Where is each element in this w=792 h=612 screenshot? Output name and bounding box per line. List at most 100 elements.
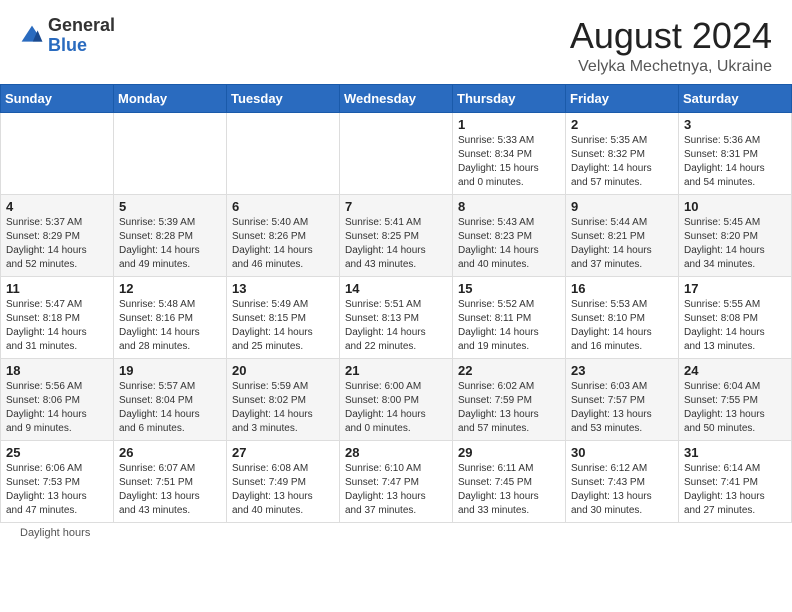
calendar-day-cell: 5 Sunrise: 5:39 AM Sunset: 8:28 PM Daylig… [114, 194, 227, 276]
calendar-day-cell: 24 Sunrise: 6:04 AM Sunset: 7:55 PM Dayli… [679, 358, 792, 440]
day-number: 13 [232, 281, 334, 296]
calendar-day-cell [340, 112, 453, 194]
day-info: Sunrise: 5:36 AM Sunset: 8:31 PM Dayligh… [684, 134, 786, 190]
title-block: August 2024 Velyka Mechetnya, Ukraine [570, 16, 772, 76]
day-number: 25 [6, 445, 108, 460]
day-info: Sunrise: 5:33 AM Sunset: 8:34 PM Dayligh… [458, 134, 560, 190]
day-info: Sunrise: 6:02 AM Sunset: 7:59 PM Dayligh… [458, 380, 560, 436]
day-number: 2 [571, 117, 673, 132]
calendar-day-header: Tuesday [227, 84, 340, 112]
day-number: 28 [345, 445, 447, 460]
day-info: Sunrise: 5:52 AM Sunset: 8:11 PM Dayligh… [458, 298, 560, 354]
calendar-table: SundayMondayTuesdayWednesdayThursdayFrid… [0, 84, 792, 523]
day-info: Sunrise: 5:49 AM Sunset: 8:15 PM Dayligh… [232, 298, 334, 354]
day-number: 19 [119, 363, 221, 378]
calendar-day-cell: 18 Sunrise: 5:56 AM Sunset: 8:06 PM Dayli… [1, 358, 114, 440]
calendar-day-cell: 30Sunrise: 6:12 AM Sunset: 7:43 PM Dayli… [566, 440, 679, 522]
calendar-day-cell: 1Sunrise: 5:33 AM Sunset: 8:34 PM Daylig… [453, 112, 566, 194]
calendar-day-cell: 15 Sunrise: 5:52 AM Sunset: 8:11 PM Dayli… [453, 276, 566, 358]
day-number: 12 [119, 281, 221, 296]
day-number: 5 [119, 199, 221, 214]
day-info: Sunrise: 5:44 AM Sunset: 8:21 PM Dayligh… [571, 216, 673, 272]
day-info: Sunrise: 5:53 AM Sunset: 8:10 PM Dayligh… [571, 298, 673, 354]
calendar-day-cell: 31Sunrise: 6:14 AM Sunset: 7:41 PM Dayli… [679, 440, 792, 522]
day-number: 31 [684, 445, 786, 460]
day-info: Sunrise: 5:45 AM Sunset: 8:20 PM Dayligh… [684, 216, 786, 272]
day-number: 24 [684, 363, 786, 378]
day-info: Sunrise: 5:51 AM Sunset: 8:13 PM Dayligh… [345, 298, 447, 354]
day-info: Sunrise: 6:04 AM Sunset: 7:55 PM Dayligh… [684, 380, 786, 436]
day-info: Sunrise: 6:03 AM Sunset: 7:57 PM Dayligh… [571, 380, 673, 436]
calendar-day-cell: 22 Sunrise: 6:02 AM Sunset: 7:59 PM Dayli… [453, 358, 566, 440]
calendar-day-cell: 29 Sunrise: 6:11 AM Sunset: 7:45 PM Dayli… [453, 440, 566, 522]
calendar-day-header: Wednesday [340, 84, 453, 112]
day-number: 16 [571, 281, 673, 296]
day-number: 4 [6, 199, 108, 214]
calendar-day-cell: 25 Sunrise: 6:06 AM Sunset: 7:53 PM Dayli… [1, 440, 114, 522]
calendar-header-row: SundayMondayTuesdayWednesdayThursdayFrid… [1, 84, 792, 112]
calendar-day-cell: 20Sunrise: 5:59 AM Sunset: 8:02 PM Dayli… [227, 358, 340, 440]
calendar-day-cell: 17Sunrise: 5:55 AM Sunset: 8:08 PM Dayli… [679, 276, 792, 358]
calendar-day-header: Friday [566, 84, 679, 112]
calendar-day-header: Saturday [679, 84, 792, 112]
day-number: 29 [458, 445, 560, 460]
calendar-day-cell: 10Sunrise: 5:45 AM Sunset: 8:20 PM Dayli… [679, 194, 792, 276]
day-info: Sunrise: 6:00 AM Sunset: 8:00 PM Dayligh… [345, 380, 447, 436]
day-number: 3 [684, 117, 786, 132]
day-info: Sunrise: 5:40 AM Sunset: 8:26 PM Dayligh… [232, 216, 334, 272]
calendar-week-row: 11 Sunrise: 5:47 AM Sunset: 8:18 PM Dayli… [1, 276, 792, 358]
day-number: 23 [571, 363, 673, 378]
day-number: 9 [571, 199, 673, 214]
calendar-day-cell [227, 112, 340, 194]
day-info: Sunrise: 5:39 AM Sunset: 8:28 PM Dayligh… [119, 216, 221, 272]
day-number: 8 [458, 199, 560, 214]
day-number: 22 [458, 363, 560, 378]
calendar-day-cell: 26Sunrise: 6:07 AM Sunset: 7:51 PM Dayli… [114, 440, 227, 522]
day-info: Sunrise: 6:07 AM Sunset: 7:51 PM Dayligh… [119, 462, 221, 518]
calendar-day-cell [1, 112, 114, 194]
day-info: Sunrise: 5:56 AM Sunset: 8:06 PM Dayligh… [6, 380, 108, 436]
calendar-week-row: 18 Sunrise: 5:56 AM Sunset: 8:06 PM Dayli… [1, 358, 792, 440]
day-number: 6 [232, 199, 334, 214]
page-header: General Blue August 2024 Velyka Mechetny… [0, 0, 792, 84]
calendar-week-row: 25 Sunrise: 6:06 AM Sunset: 7:53 PM Dayli… [1, 440, 792, 522]
day-info: Sunrise: 6:10 AM Sunset: 7:47 PM Dayligh… [345, 462, 447, 518]
day-info: Sunrise: 5:43 AM Sunset: 8:23 PM Dayligh… [458, 216, 560, 272]
calendar-day-header: Thursday [453, 84, 566, 112]
day-info: Sunrise: 6:06 AM Sunset: 7:53 PM Dayligh… [6, 462, 108, 518]
calendar-day-cell: 3 Sunrise: 5:36 AM Sunset: 8:31 PM Daylig… [679, 112, 792, 194]
logo: General Blue [20, 16, 115, 56]
logo-icon [20, 24, 44, 48]
calendar-week-row: 1Sunrise: 5:33 AM Sunset: 8:34 PM Daylig… [1, 112, 792, 194]
day-info: Sunrise: 6:08 AM Sunset: 7:49 PM Dayligh… [232, 462, 334, 518]
day-info: Sunrise: 5:41 AM Sunset: 8:25 PM Dayligh… [345, 216, 447, 272]
day-info: Sunrise: 5:47 AM Sunset: 8:18 PM Dayligh… [6, 298, 108, 354]
calendar-day-header: Monday [114, 84, 227, 112]
calendar-day-cell: 2Sunrise: 5:35 AM Sunset: 8:32 PM Daylig… [566, 112, 679, 194]
day-number: 11 [6, 281, 108, 296]
day-info: Sunrise: 5:57 AM Sunset: 8:04 PM Dayligh… [119, 380, 221, 436]
calendar-day-cell: 16 Sunrise: 5:53 AM Sunset: 8:10 PM Dayli… [566, 276, 679, 358]
calendar-day-cell: 23 Sunrise: 6:03 AM Sunset: 7:57 PM Dayli… [566, 358, 679, 440]
day-number: 15 [458, 281, 560, 296]
calendar-day-cell: 7Sunrise: 5:41 AM Sunset: 8:25 PM Daylig… [340, 194, 453, 276]
calendar-day-header: Sunday [1, 84, 114, 112]
day-number: 21 [345, 363, 447, 378]
calendar-day-cell: 27Sunrise: 6:08 AM Sunset: 7:49 PM Dayli… [227, 440, 340, 522]
month-year-title: August 2024 [570, 16, 772, 56]
day-number: 14 [345, 281, 447, 296]
calendar-day-cell: 12 Sunrise: 5:48 AM Sunset: 8:16 PM Dayli… [114, 276, 227, 358]
day-info: Sunrise: 5:59 AM Sunset: 8:02 PM Dayligh… [232, 380, 334, 436]
day-info: Sunrise: 6:12 AM Sunset: 7:43 PM Dayligh… [571, 462, 673, 518]
calendar-day-cell: 11 Sunrise: 5:47 AM Sunset: 8:18 PM Dayli… [1, 276, 114, 358]
day-number: 18 [6, 363, 108, 378]
day-info: Sunrise: 5:55 AM Sunset: 8:08 PM Dayligh… [684, 298, 786, 354]
calendar-day-cell: 9 Sunrise: 5:44 AM Sunset: 8:21 PM Daylig… [566, 194, 679, 276]
day-info: Sunrise: 5:48 AM Sunset: 8:16 PM Dayligh… [119, 298, 221, 354]
footer-note: Daylight hours [0, 523, 792, 543]
calendar-day-cell: 8 Sunrise: 5:43 AM Sunset: 8:23 PM Daylig… [453, 194, 566, 276]
calendar-day-cell [114, 112, 227, 194]
day-info: Sunrise: 5:37 AM Sunset: 8:29 PM Dayligh… [6, 216, 108, 272]
location-subtitle: Velyka Mechetnya, Ukraine [570, 58, 772, 76]
day-info: Sunrise: 6:11 AM Sunset: 7:45 PM Dayligh… [458, 462, 560, 518]
